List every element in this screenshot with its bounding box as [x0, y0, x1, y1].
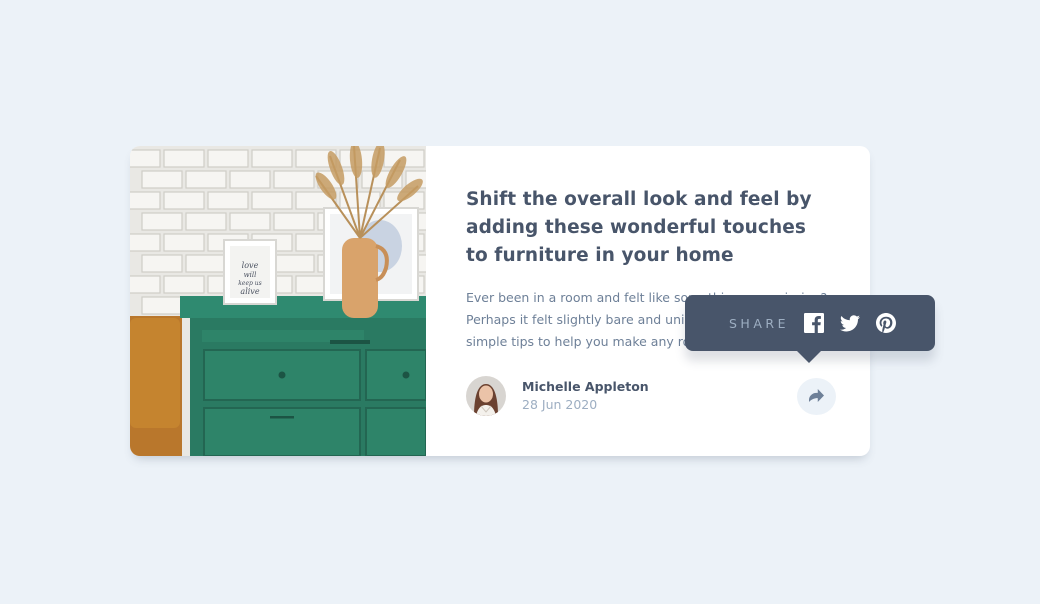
share-label: SHARE: [729, 315, 789, 331]
share-tooltip: SHARE: [685, 295, 935, 363]
author-meta: Michelle Appleton 28 Jun 2020: [522, 378, 649, 414]
pinterest-icon[interactable]: [875, 312, 897, 334]
svg-text:alive: alive: [240, 287, 259, 296]
svg-text:love: love: [242, 261, 259, 270]
share-arrow-icon: [809, 387, 824, 406]
article-image: love will keep us alive: [130, 146, 426, 456]
twitter-icon[interactable]: [839, 312, 861, 334]
publish-date: 28 Jun 2020: [522, 397, 598, 412]
article-title[interactable]: Shift the overall look and feel by addin…: [466, 186, 828, 270]
page: love will keep us alive Shift the overal…: [0, 0, 1040, 604]
svg-text:will: will: [244, 271, 257, 279]
avatar: [466, 376, 506, 416]
share-button[interactable]: [797, 378, 836, 415]
author-info: Michelle Appleton 28 Jun 2020: [466, 376, 836, 416]
author-name: Michelle Appleton: [522, 379, 649, 394]
svg-text:keep us: keep us: [238, 280, 261, 287]
facebook-icon[interactable]: [803, 312, 825, 334]
